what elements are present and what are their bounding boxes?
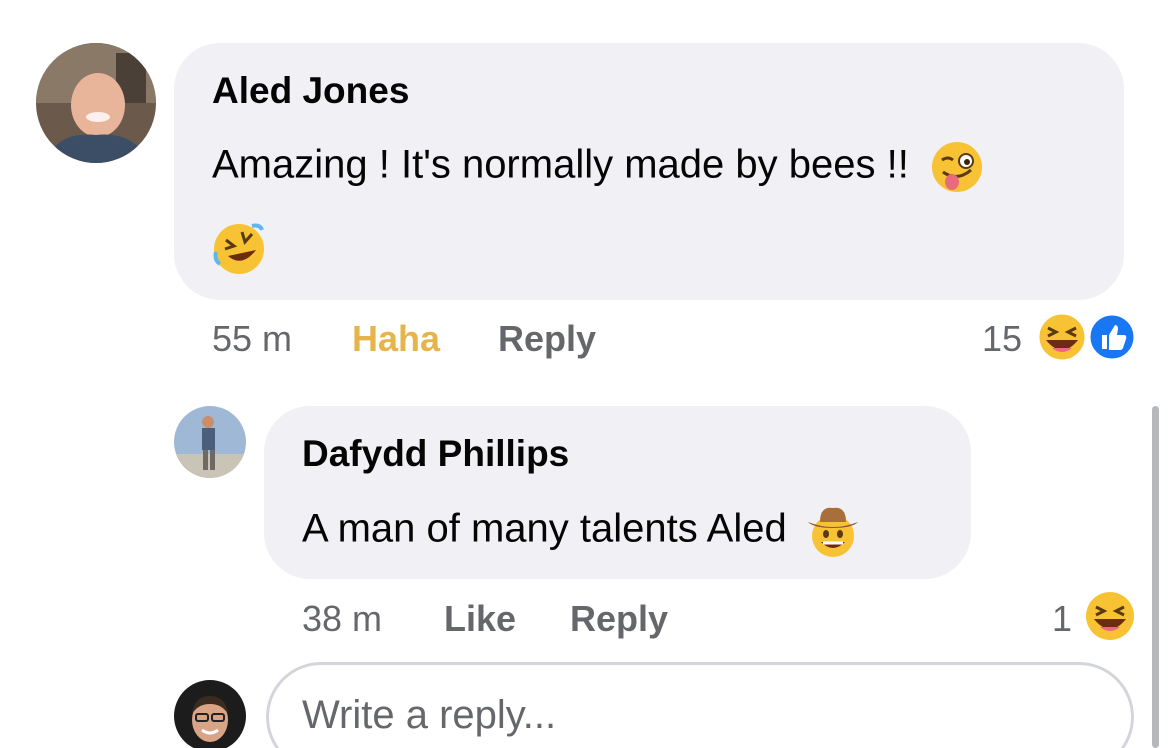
haha-reaction-icon [1036,311,1088,363]
comment-author[interactable]: Dafydd Phillips [302,433,569,475]
haha-reaction-icon [1086,592,1134,640]
comment-text: A man of many talents Aled [302,504,860,558]
reaction-count[interactable]: 1 [1052,598,1072,640]
avatar-current-user[interactable] [174,680,246,748]
winking-tongue-emoji [930,140,984,194]
reaction-count[interactable]: 15 [982,318,1022,360]
reaction-summary[interactable] [1084,590,1136,642]
avatar-aled-jones[interactable] [36,43,156,163]
reaction-summary[interactable] [1036,311,1137,363]
haha-reaction-button[interactable]: Haha [352,318,440,360]
comment-text-line: A man of many talents Aled [302,506,787,551]
comment-author[interactable]: Aled Jones [212,70,409,112]
rolling-on-floor-laughing-emoji [212,222,266,276]
reply-button[interactable]: Reply [570,598,668,640]
comment-timestamp: 38 m [302,598,383,639]
scrollbar[interactable] [1152,406,1159,748]
comment-text-line2 [212,222,266,276]
comment-timestamp: 55 m [212,318,293,359]
cowboy-emoji [806,504,860,558]
reply-input-placeholder[interactable]: Write a reply... [302,693,556,738]
reply-button[interactable]: Reply [498,318,596,360]
comment-text-line: Amazing ! It's normally made by bees !! [212,142,909,187]
comment-text: Amazing ! It's normally made by bees !! [212,140,984,194]
like-button[interactable]: Like [444,598,516,640]
avatar-dafydd-phillips[interactable] [174,406,246,478]
